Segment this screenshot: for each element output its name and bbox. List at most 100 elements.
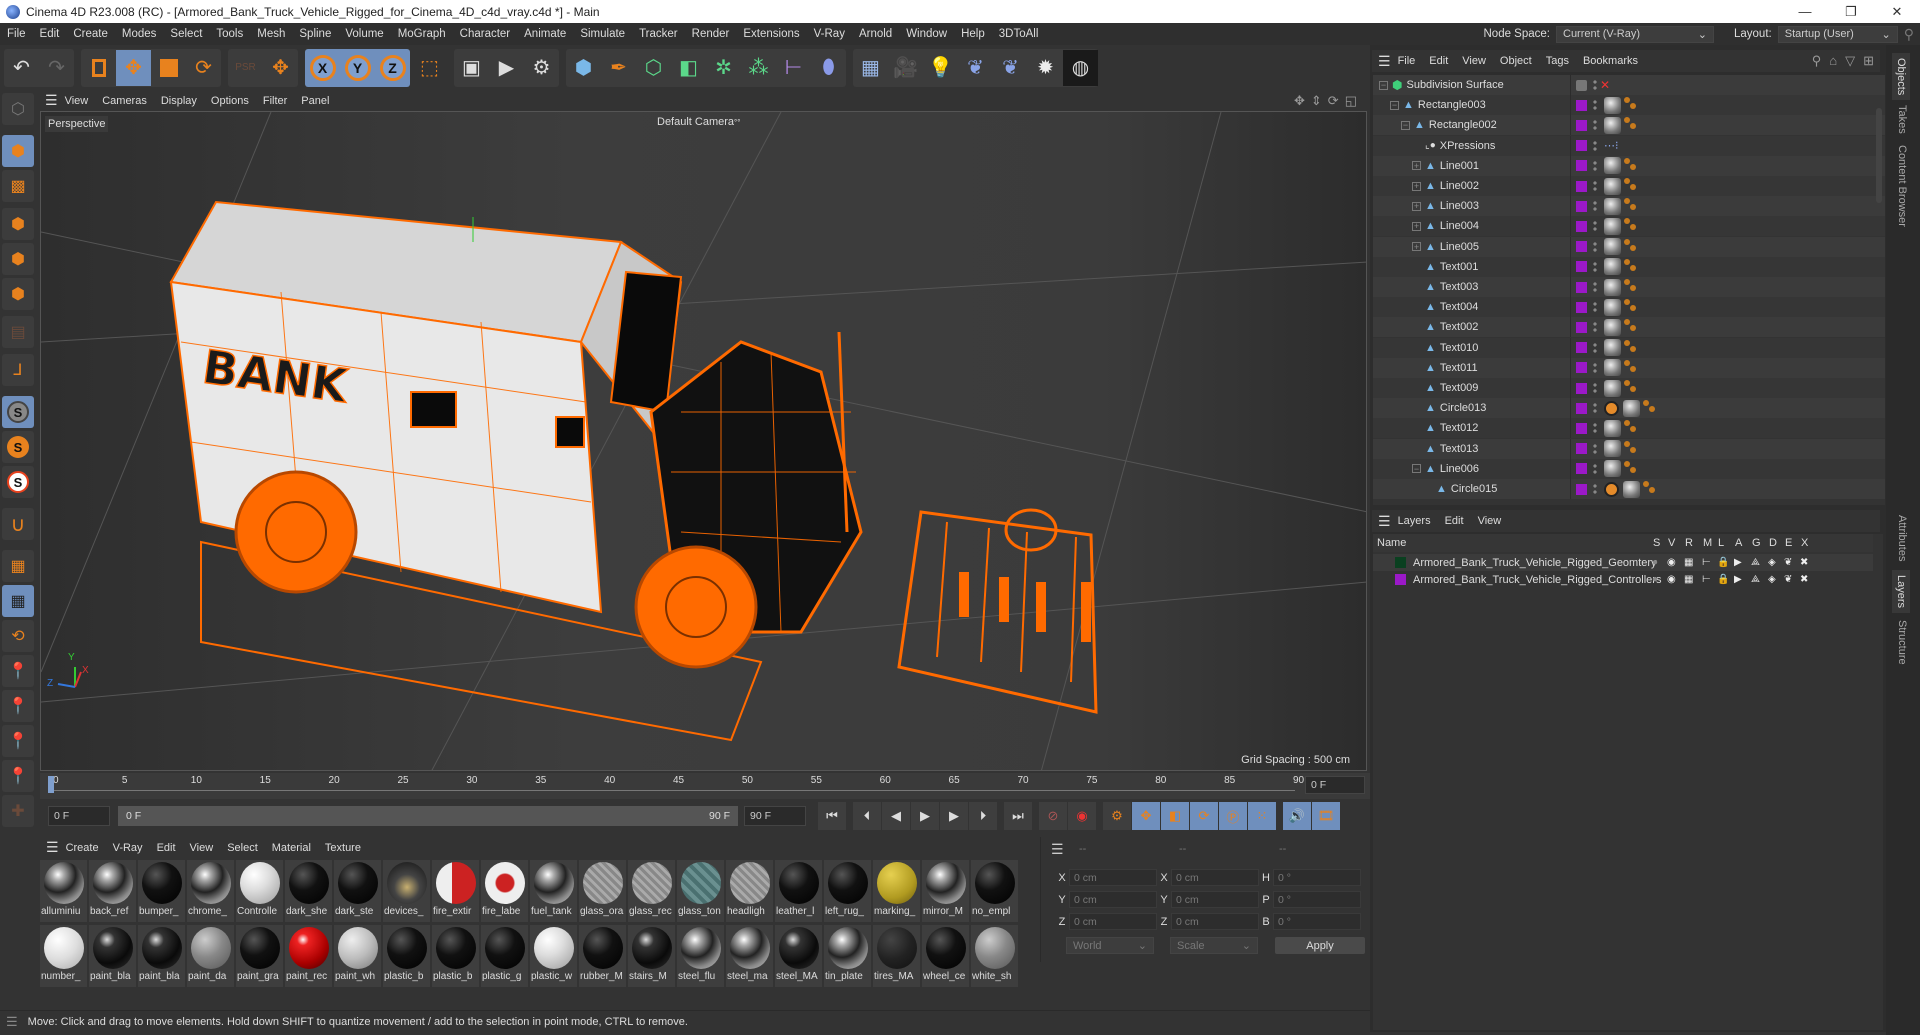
- material-swatch[interactable]: plastic_w: [530, 925, 577, 987]
- workplane-align-icon[interactable]: ⟲: [2, 620, 34, 652]
- expand-toggle-icon[interactable]: +: [1412, 221, 1421, 231]
- close-button[interactable]: ✕: [1874, 4, 1920, 20]
- visible-icon[interactable]: ◉: [1667, 574, 1676, 585]
- constraint-tag-icon[interactable]: [1624, 440, 1638, 455]
- constraint-tag-icon[interactable]: [1624, 359, 1638, 374]
- object-menu-tags[interactable]: Tags: [1539, 55, 1576, 67]
- light-icon[interactable]: 💡: [923, 50, 958, 86]
- material-tag-icon[interactable]: [1604, 116, 1621, 134]
- lock-x-axis-button[interactable]: X: [305, 50, 340, 86]
- rot-p-field[interactable]: 0 °: [1273, 891, 1361, 908]
- layer-column-header[interactable]: M: [1703, 537, 1712, 549]
- layer-menu-layers[interactable]: Layers: [1391, 515, 1438, 527]
- visibility-dots-icon[interactable]: [1593, 341, 1597, 354]
- solo-icon[interactable]: ●: [1652, 574, 1658, 585]
- pin-icon[interactable]: 📍: [2, 655, 34, 687]
- lock-icon[interactable]: 🔒: [1717, 557, 1729, 568]
- render-settings-icon[interactable]: ⚙: [524, 50, 559, 86]
- extrude-icon[interactable]: ◧: [671, 50, 706, 86]
- material-swatch[interactable]: glass_rec: [628, 860, 675, 922]
- object-row[interactable]: ▲ Circle013: [1373, 398, 1885, 419]
- viewport-3d[interactable]: BANK Perspective Default Camera°° Y X Z …: [40, 111, 1367, 771]
- material-swatch[interactable]: glass_ton: [677, 860, 724, 922]
- constraint-tag-icon[interactable]: [1624, 258, 1638, 273]
- lock-y-axis-button[interactable]: Y: [340, 50, 375, 86]
- material-swatch[interactable]: number_: [40, 925, 87, 987]
- material-menu-create[interactable]: Create: [59, 842, 106, 854]
- expand-toggle-icon[interactable]: −: [1401, 120, 1410, 130]
- deformers-icon[interactable]: ◈: [1768, 574, 1776, 585]
- visibility-dots-icon[interactable]: [1593, 321, 1597, 334]
- coordinate-system-icon[interactable]: ⬚: [412, 50, 447, 86]
- material-swatch[interactable]: paint_da: [187, 925, 234, 987]
- tab-content-browser[interactable]: Content Browser: [1896, 145, 1908, 227]
- animation-icon[interactable]: ▶: [1734, 557, 1742, 568]
- visibility-dots-icon[interactable]: [1593, 281, 1597, 293]
- home-icon[interactable]: ⌂: [1829, 53, 1837, 69]
- visibility-dots-icon[interactable]: [1593, 139, 1597, 152]
- material-tag-icon[interactable]: [1604, 379, 1621, 397]
- object-row[interactable]: + ▲ Line004: [1373, 216, 1885, 237]
- material-menu-edit[interactable]: Edit: [150, 842, 183, 854]
- object-menu-object[interactable]: Object: [1493, 55, 1539, 67]
- viewport-pan-icon[interactable]: ✥: [1294, 93, 1305, 109]
- object-row[interactable]: − ▲ Rectangle003: [1373, 95, 1885, 116]
- tab-layers[interactable]: Layers: [1892, 570, 1910, 614]
- viewport-dolly-icon[interactable]: ⇕: [1311, 93, 1322, 109]
- floor-icon[interactable]: ▦: [853, 50, 888, 86]
- material-tag-icon[interactable]: [1604, 157, 1621, 175]
- layer-color-icon[interactable]: [1576, 483, 1587, 495]
- menu-file[interactable]: File: [0, 28, 33, 40]
- solo-icon[interactable]: ●: [1652, 557, 1658, 568]
- visibility-dots-icon[interactable]: [1593, 180, 1597, 192]
- protection-tag-icon[interactable]: [1604, 481, 1619, 497]
- material-swatch[interactable]: marking_: [873, 860, 920, 922]
- material-swatch[interactable]: bumper_: [138, 860, 185, 922]
- object-row[interactable]: ▲ Text002: [1373, 317, 1885, 338]
- visibility-dots-icon[interactable]: [1593, 200, 1597, 213]
- key-rotation-icon[interactable]: ⟳: [1190, 802, 1218, 830]
- viewport-menu-display[interactable]: Display: [154, 95, 204, 107]
- vray-settings-icon[interactable]: ✹: [1028, 50, 1063, 86]
- layer-color-icon[interactable]: [1576, 382, 1587, 394]
- render-icon[interactable]: ▦: [1684, 557, 1693, 568]
- material-swatch[interactable]: plastic_b: [432, 925, 479, 987]
- go-to-end-icon[interactable]: ⏭: [1004, 802, 1032, 830]
- cube-primitive-icon[interactable]: ⬢: [566, 50, 601, 86]
- layer-color-icon[interactable]: [1576, 422, 1587, 434]
- uv-mode-icon[interactable]: ▤: [2, 316, 34, 348]
- expand-toggle-icon[interactable]: +: [1412, 161, 1421, 171]
- expand-toggle-icon[interactable]: −: [1390, 100, 1399, 110]
- material-swatch[interactable]: paint_bla: [138, 925, 185, 987]
- material-swatch[interactable]: tin_plate: [824, 925, 871, 987]
- field-icon[interactable]: ⬮: [811, 50, 846, 86]
- go-to-start-icon[interactable]: ⏮: [818, 802, 846, 830]
- texture-mode-icon[interactable]: ▩: [2, 170, 34, 202]
- constraint-tag-icon[interactable]: [1624, 218, 1638, 232]
- snap-settings-icon[interactable]: S: [2, 431, 34, 463]
- visibility-dots-icon[interactable]: [1593, 301, 1597, 314]
- object-row[interactable]: ▲ Text012: [1373, 418, 1885, 439]
- material-swatch[interactable]: white_sh: [971, 925, 1018, 987]
- material-menu-texture[interactable]: Texture: [318, 842, 368, 854]
- previous-frame-icon[interactable]: ◀: [882, 802, 910, 830]
- material-swatch[interactable]: glass_ora: [579, 860, 626, 922]
- material-swatch[interactable]: plastic_g: [481, 925, 528, 987]
- viewport-menu-options[interactable]: Options: [204, 95, 256, 107]
- hamburger-icon[interactable]: ☰: [45, 92, 58, 109]
- generators-icon[interactable]: ⟁: [1751, 557, 1760, 568]
- points-mode-icon[interactable]: ⬢: [2, 208, 34, 240]
- pos-y-field[interactable]: 0 cm: [1069, 891, 1157, 908]
- render-view-icon[interactable]: ▣: [454, 50, 489, 86]
- axis-mode-icon[interactable]: ⅃: [2, 354, 34, 386]
- manager-icon[interactable]: ⊢: [1702, 574, 1711, 585]
- material-swatch[interactable]: paint_bla: [89, 925, 136, 987]
- visibility-dots-icon[interactable]: [1593, 402, 1597, 415]
- object-row[interactable]: + ▲ Line002: [1373, 176, 1885, 196]
- object-row[interactable]: ▲ Text004: [1373, 297, 1885, 318]
- visibility-dots-icon[interactable]: [1593, 462, 1597, 475]
- layer-color-icon[interactable]: [1576, 241, 1587, 253]
- xref-icon[interactable]: ✖: [1800, 557, 1808, 568]
- object-row[interactable]: ▲ Text010: [1373, 337, 1885, 358]
- constraint-tag-icon[interactable]: [1624, 339, 1638, 354]
